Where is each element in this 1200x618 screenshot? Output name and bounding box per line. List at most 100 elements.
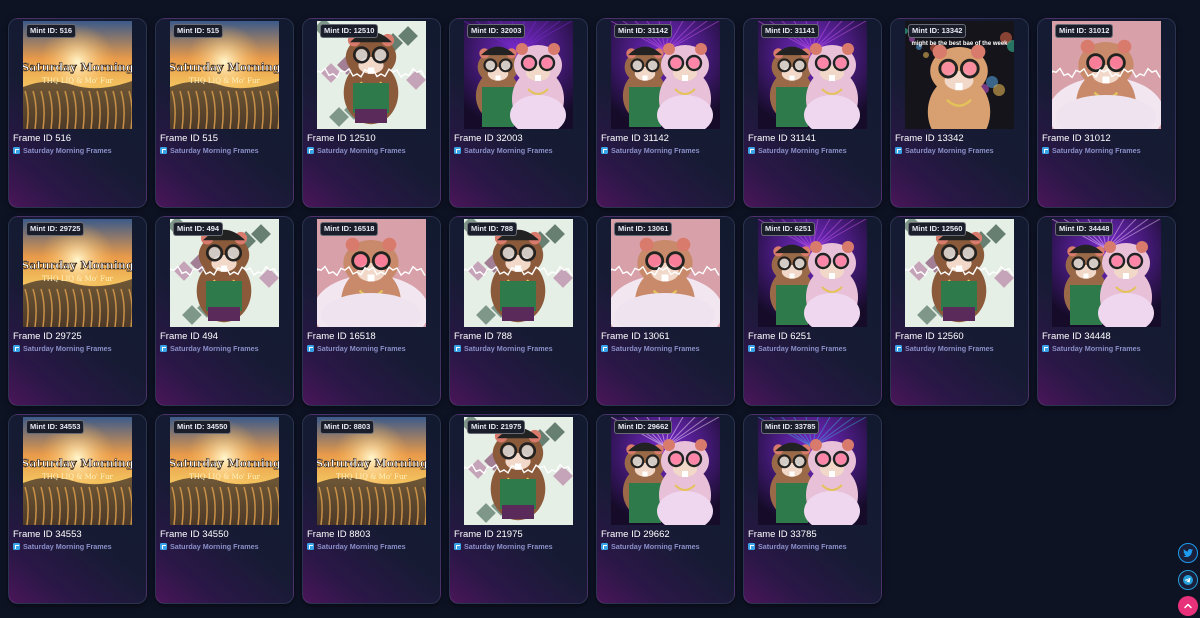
collection-link[interactable]: Saturday Morning Frames bbox=[13, 542, 112, 551]
collection-link[interactable]: Saturday Morning Frames bbox=[454, 542, 553, 551]
collection-link[interactable]: Saturday Morning Frames bbox=[307, 146, 406, 155]
frame-card[interactable]: Mint ID: 21975 Frame ID 21975 Saturday Mor… bbox=[449, 414, 588, 604]
frame-thumbnail[interactable]: Saturday Morning THQ LIQ & Mo' Fur Mint ID… bbox=[170, 417, 279, 525]
collection-link[interactable]: Saturday Morning Frames bbox=[895, 344, 994, 353]
collection-link[interactable]: Saturday Morning Frames bbox=[748, 146, 847, 155]
collection-link[interactable]: Saturday Morning Frames bbox=[748, 344, 847, 353]
collection-name: Saturday Morning Frames bbox=[611, 146, 700, 155]
artwork-caption: might be the best bae of the week bbox=[911, 41, 1008, 47]
frame-thumbnail[interactable]: Saturday Morning THQ LIQ & Mo' Fur Mint ID… bbox=[23, 21, 132, 129]
frame-thumbnail[interactable]: Mint ID: 31141 bbox=[758, 21, 867, 129]
collection-link[interactable]: Saturday Morning Frames bbox=[454, 344, 553, 353]
frame-title[interactable]: Frame ID 34550 bbox=[160, 529, 229, 540]
frame-title[interactable]: Frame ID 515 bbox=[160, 133, 218, 144]
frame-thumbnail[interactable]: Saturday Morning THQ LIQ & Mo' Fur Mint ID… bbox=[170, 21, 279, 129]
scroll-to-top-button[interactable] bbox=[1178, 596, 1198, 616]
frame-card[interactable]: Mint ID: 31012 Frame ID 31012 Saturday Mor… bbox=[1037, 18, 1176, 208]
frame-card[interactable]: Saturday Morning THQ LIQ & Mo' Fur Mint ID… bbox=[8, 18, 147, 208]
frame-title[interactable]: Frame ID 32003 bbox=[454, 133, 523, 144]
frame-thumbnail[interactable]: Saturday Morning THQ LIQ & Mo' Fur Mint ID… bbox=[23, 417, 132, 525]
frame-card[interactable]: Mint ID: 34448 Frame ID 34448 Saturday Mor… bbox=[1037, 216, 1176, 406]
frame-card[interactable]: Saturday Morning THQ LIQ & Mo' Fur Mint ID… bbox=[155, 18, 294, 208]
collection-link[interactable]: Saturday Morning Frames bbox=[160, 542, 259, 551]
frame-title[interactable]: Frame ID 31141 bbox=[748, 133, 816, 144]
collection-link[interactable]: Saturday Morning Frames bbox=[307, 542, 406, 551]
frame-thumbnail[interactable]: Mint ID: 13342 might be the best bae of t… bbox=[905, 21, 1014, 129]
frame-title[interactable]: Frame ID 12510 bbox=[307, 133, 376, 144]
frame-card[interactable]: Mint ID: 29662 Frame ID 29662 Saturday Mor… bbox=[596, 414, 735, 604]
frame-card[interactable]: Mint ID: 6251 Frame ID 6251 Saturday Morni… bbox=[743, 216, 882, 406]
mint-id-badge: Mint ID: 32003 bbox=[467, 24, 526, 38]
frame-card[interactable]: Saturday Morning THQ LIQ & Mo' Fur Mint ID… bbox=[302, 414, 441, 604]
frame-title[interactable]: Frame ID 13342 bbox=[895, 133, 964, 144]
frame-card[interactable]: Mint ID: 13061 Frame ID 13061 Saturday Mor… bbox=[596, 216, 735, 406]
collection-link[interactable]: Saturday Morning Frames bbox=[601, 146, 700, 155]
frame-thumbnail[interactable]: Mint ID: 31142 bbox=[611, 21, 720, 129]
collection-link[interactable]: Saturday Morning Frames bbox=[601, 542, 700, 551]
frame-thumbnail[interactable]: Mint ID: 34448 bbox=[1052, 219, 1161, 327]
frame-title[interactable]: Frame ID 31142 bbox=[601, 133, 669, 144]
frame-thumbnail[interactable]: Mint ID: 6251 bbox=[758, 219, 867, 327]
frame-thumbnail[interactable]: Mint ID: 33785 bbox=[758, 417, 867, 525]
collection-link[interactable]: Saturday Morning Frames bbox=[13, 344, 112, 353]
collection-link[interactable]: Saturday Morning Frames bbox=[601, 344, 700, 353]
frame-title[interactable]: Frame ID 31012 bbox=[1042, 133, 1111, 144]
collection-name: Saturday Morning Frames bbox=[317, 146, 406, 155]
frame-thumbnail[interactable]: Mint ID: 31012 bbox=[1052, 21, 1161, 129]
frame-thumbnail[interactable]: Mint ID: 12510 bbox=[317, 21, 426, 129]
frame-card[interactable]: Mint ID: 494 Frame ID 494 Saturday Morning… bbox=[155, 216, 294, 406]
frame-title[interactable]: Frame ID 12560 bbox=[895, 331, 964, 342]
collection-link[interactable]: Saturday Morning Frames bbox=[1042, 344, 1141, 353]
twitter-button[interactable] bbox=[1178, 543, 1198, 563]
frame-title[interactable]: Frame ID 494 bbox=[160, 331, 218, 342]
frame-card[interactable]: Saturday Morning THQ LIQ & Mo' Fur Mint ID… bbox=[155, 414, 294, 604]
frame-thumbnail[interactable]: Mint ID: 494 bbox=[170, 219, 279, 327]
collection-icon bbox=[160, 147, 167, 154]
frame-title[interactable]: Frame ID 8803 bbox=[307, 529, 370, 540]
mint-id-badge: Mint ID: 494 bbox=[173, 222, 224, 236]
frame-card[interactable]: Mint ID: 31141 Frame ID 31141 Saturday Mor… bbox=[743, 18, 882, 208]
frame-card[interactable]: Mint ID: 33785 Frame ID 33785 Saturday Mor… bbox=[743, 414, 882, 604]
frame-title[interactable]: Frame ID 29725 bbox=[13, 331, 82, 342]
frame-card[interactable]: Mint ID: 12510 Frame ID 12510 Saturday Mor… bbox=[302, 18, 441, 208]
frame-thumbnail[interactable]: Mint ID: 29662 bbox=[611, 417, 720, 525]
frame-title[interactable]: Frame ID 29662 bbox=[601, 529, 670, 540]
frame-title[interactable]: Frame ID 33785 bbox=[748, 529, 817, 540]
collection-link[interactable]: Saturday Morning Frames bbox=[1042, 146, 1141, 155]
mint-id-badge: Mint ID: 31142 bbox=[614, 24, 673, 38]
frame-card[interactable]: Mint ID: 32003 Frame ID 32003 Saturday Mor… bbox=[449, 18, 588, 208]
frame-title[interactable]: Frame ID 788 bbox=[454, 331, 512, 342]
frame-card[interactable]: Mint ID: 788 Frame ID 788 Saturday Morning… bbox=[449, 216, 588, 406]
collection-link[interactable]: Saturday Morning Frames bbox=[13, 146, 112, 155]
frame-thumbnail[interactable]: Mint ID: 12560 bbox=[905, 219, 1014, 327]
frame-thumbnail[interactable]: Saturday Morning THQ LIQ & Mo' Fur Mint ID… bbox=[317, 417, 426, 525]
collection-link[interactable]: Saturday Morning Frames bbox=[895, 146, 994, 155]
frame-title[interactable]: Frame ID 34448 bbox=[1042, 331, 1111, 342]
collection-name: Saturday Morning Frames bbox=[170, 542, 259, 551]
frame-card[interactable]: Mint ID: 12560 Frame ID 12560 Saturday Mor… bbox=[890, 216, 1029, 406]
collection-link[interactable]: Saturday Morning Frames bbox=[307, 344, 406, 353]
frame-card[interactable]: Mint ID: 16518 Frame ID 16518 Saturday Mor… bbox=[302, 216, 441, 406]
frame-card[interactable]: Mint ID: 13342 might be the best bae of t… bbox=[890, 18, 1029, 208]
frame-thumbnail[interactable]: Mint ID: 32003 bbox=[464, 21, 573, 129]
frame-card[interactable]: Saturday Morning THQ LIQ & Mo' Fur Mint ID… bbox=[8, 216, 147, 406]
collection-link[interactable]: Saturday Morning Frames bbox=[160, 344, 259, 353]
frame-title[interactable]: Frame ID 516 bbox=[13, 133, 71, 144]
frame-title[interactable]: Frame ID 21975 bbox=[454, 529, 523, 540]
collection-icon bbox=[160, 345, 167, 352]
collection-link[interactable]: Saturday Morning Frames bbox=[160, 146, 259, 155]
frame-title[interactable]: Frame ID 16518 bbox=[307, 331, 376, 342]
telegram-button[interactable] bbox=[1178, 570, 1198, 590]
frame-title[interactable]: Frame ID 6251 bbox=[748, 331, 811, 342]
frame-thumbnail[interactable]: Mint ID: 13061 bbox=[611, 219, 720, 327]
frame-thumbnail[interactable]: Mint ID: 16518 bbox=[317, 219, 426, 327]
frame-thumbnail[interactable]: Mint ID: 788 bbox=[464, 219, 573, 327]
frame-thumbnail[interactable]: Saturday Morning THQ LIQ & Mo' Fur Mint ID… bbox=[23, 219, 132, 327]
frame-title[interactable]: Frame ID 34553 bbox=[13, 529, 82, 540]
collection-link[interactable]: Saturday Morning Frames bbox=[454, 146, 553, 155]
frame-card[interactable]: Saturday Morning THQ LIQ & Mo' Fur Mint ID… bbox=[8, 414, 147, 604]
frame-thumbnail[interactable]: Mint ID: 21975 bbox=[464, 417, 573, 525]
collection-link[interactable]: Saturday Morning Frames bbox=[748, 542, 847, 551]
frame-title[interactable]: Frame ID 13061 bbox=[601, 331, 670, 342]
frame-card[interactable]: Mint ID: 31142 Frame ID 31142 Saturday Mor… bbox=[596, 18, 735, 208]
